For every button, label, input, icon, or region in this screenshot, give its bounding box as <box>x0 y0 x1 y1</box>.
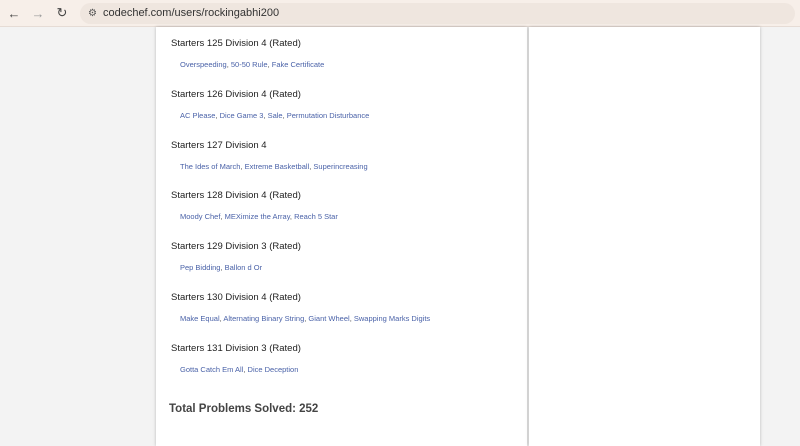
problem-link[interactable]: Fake Certificate <box>272 60 325 69</box>
problem-link[interactable]: Overspeeding <box>180 60 227 69</box>
problem-list: Gotta Catch Em All, Dice Deception <box>180 365 301 374</box>
problem-link[interactable]: Gotta Catch Em All <box>180 365 243 374</box>
address-bar[interactable]: ⚙ codechef.com/users/rockingabhi200 <box>80 2 795 24</box>
problem-link[interactable]: Extreme Basketball <box>245 162 310 171</box>
contest-entry: Starters 131 Division 3 (Rated) Gotta Cat… <box>171 342 301 374</box>
problem-link[interactable]: Moody Chef <box>180 212 220 221</box>
right-sidebar-panel <box>529 27 760 446</box>
forward-icon[interactable]: → <box>26 6 50 21</box>
contest-title: Starters 131 Division 3 (Rated) <box>171 342 301 354</box>
url-text: codechef.com/users/rockingabhi200 <box>102 7 280 19</box>
contest-entry: Starters 125 Division 4 (Rated) Overspeed… <box>171 37 324 69</box>
site-info-icon[interactable]: ⚙ <box>88 8 97 19</box>
problem-link[interactable]: Alternating Binary String <box>223 314 304 323</box>
problem-link[interactable]: Permutation Disturbance <box>287 111 370 120</box>
problem-link[interactable]: Ballon d Or <box>225 263 263 272</box>
problem-link[interactable]: The Ides of March <box>180 162 240 171</box>
contest-entry: Starters 127 Division 4 The Ides of March… <box>171 139 368 171</box>
problem-list: Make Equal, Alternating Binary String, G… <box>180 314 430 323</box>
back-icon[interactable]: ← <box>2 6 26 21</box>
contest-entry: Starters 130 Division 4 (Rated) Make Equa… <box>171 291 430 323</box>
problem-link[interactable]: Sale <box>268 111 283 120</box>
reload-icon[interactable]: ↻ <box>50 5 74 21</box>
contest-title: Starters 126 Division 4 (Rated) <box>171 88 301 100</box>
problem-list: Pep Bidding, Ballon d Or <box>180 263 301 272</box>
problem-link[interactable]: Superincreasing <box>313 162 367 171</box>
problem-link[interactable]: Make Equal <box>180 314 220 323</box>
problems-solved-panel: Starters 125 Division 4 (Rated) Overspeed… <box>156 27 527 446</box>
contest-entry: Starters 128 Division 4 (Rated) Moody Che… <box>171 189 338 221</box>
problem-link[interactable]: Dice Game 3 <box>220 111 264 120</box>
problem-link[interactable]: MEXimize the Array <box>225 212 290 221</box>
contest-entry: Starters 126 Division 4 (Rated) AC Please… <box>171 88 369 120</box>
contest-title: Starters 125 Division 4 (Rated) <box>171 38 301 49</box>
contest-title: Starters 128 Division 4 (Rated) <box>171 190 301 202</box>
problem-link[interactable]: 50-50 Rule <box>231 60 268 69</box>
problem-link[interactable]: Dice Deception <box>248 365 299 374</box>
problem-list: Moody Chef, MEXimize the Array, Reach 5 … <box>180 212 338 221</box>
problem-link[interactable]: Swapping Marks Digits <box>354 314 430 323</box>
problem-list: AC Please, Dice Game 3, Sale, Permutatio… <box>180 111 369 120</box>
contest-title: Starters 129 Division 3 (Rated) <box>171 241 301 253</box>
browser-toolbar: ← → ↻ ⚙ codechef.com/users/rockingabhi20… <box>0 0 800 27</box>
problem-link[interactable]: AC Please <box>180 111 215 120</box>
contest-title: Starters 130 Division 4 (Rated) <box>171 292 301 303</box>
problem-list: Overspeeding, 50-50 Rule, Fake Certifica… <box>180 60 324 69</box>
problem-list: The Ides of March, Extreme Basketball, S… <box>180 162 368 171</box>
problem-link[interactable]: Giant Wheel <box>308 314 349 323</box>
problem-link[interactable]: Reach 5 Star <box>294 212 338 221</box>
contest-title: Starters 127 Division 4 <box>171 139 267 151</box>
contest-entry: Starters 129 Division 3 (Rated) Pep Biddi… <box>171 240 301 272</box>
total-problems-solved: Total Problems Solved: 252 <box>169 403 319 415</box>
problem-link[interactable]: Pep Bidding <box>180 263 220 272</box>
